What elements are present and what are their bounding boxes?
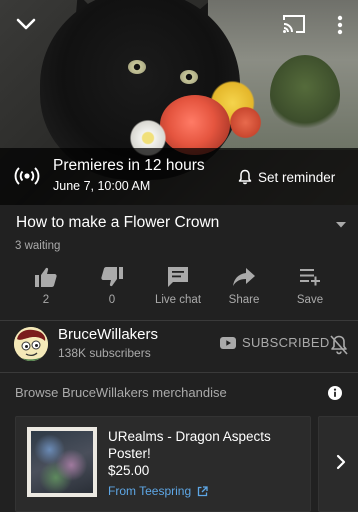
cat-eye [128, 60, 146, 74]
notifications-off-icon[interactable] [329, 334, 349, 356]
save-label: Save [296, 294, 324, 306]
video-player[interactable]: Premieres in 12 hours June 7, 10:00 AM S… [0, 0, 358, 205]
product-title: URealms - Dragon Aspects Poster! [108, 429, 271, 461]
thumbs-down-icon [101, 267, 123, 287]
cast-icon[interactable] [282, 13, 306, 35]
chat-icon [168, 267, 188, 287]
divider [0, 320, 358, 321]
info-icon[interactable] [327, 385, 343, 401]
save-button[interactable]: Save [277, 262, 343, 306]
chevron-right-icon[interactable] [334, 454, 348, 470]
cat-eye [180, 70, 198, 84]
youtube-logo-icon [220, 336, 236, 349]
external-link-icon [198, 485, 208, 496]
live-chat-label: Live chat [154, 294, 202, 306]
product-price: $25.00 [108, 463, 150, 478]
action-bar: 2 0 Live chat Share Save [0, 262, 358, 310]
add-to-playlist-icon [300, 269, 320, 286]
dislike-count: 0 [108, 294, 116, 306]
poster-art [31, 431, 93, 493]
premiere-date: June 7, 10:00 AM [53, 179, 151, 193]
product-source-link[interactable]: From Teespring [108, 484, 208, 498]
merch-card[interactable]: URealms - Dragon Aspects Poster! $25.00 … [15, 416, 311, 512]
bell-icon [238, 169, 252, 185]
divider [0, 372, 358, 373]
merch-heading: Browse BruceWillakers merchandise [15, 385, 227, 400]
share-label: Share [228, 294, 260, 306]
subscriber-count: 138K subscribers [58, 346, 151, 360]
live-broadcast-icon [14, 167, 40, 185]
expand-description-icon[interactable] [335, 220, 347, 230]
channel-name[interactable]: BruceWillakers [58, 326, 158, 343]
premiere-banner: Premieres in 12 hours June 7, 10:00 AM S… [0, 148, 358, 205]
share-icon [233, 268, 255, 286]
like-count: 2 [42, 294, 50, 306]
thumbs-up-icon [35, 267, 57, 287]
product-image [27, 427, 97, 497]
live-chat-button[interactable]: Live chat [145, 262, 211, 306]
video-plant [270, 55, 340, 135]
subscribed-button[interactable]: SUBSCRIBED [220, 335, 330, 350]
like-button[interactable]: 2 [13, 262, 79, 306]
avatar-illustration [14, 327, 48, 361]
channel-row[interactable]: BruceWillakers 138K subscribers SUBSCRIB… [0, 322, 358, 368]
product-source-label: From Teespring [108, 484, 192, 498]
flower [160, 95, 230, 155]
premiere-title: Premieres in 12 hours [53, 157, 205, 174]
set-reminder-label: Set reminder [258, 169, 336, 185]
video-title[interactable]: How to make a Flower Crown [16, 214, 219, 232]
share-button[interactable]: Share [211, 262, 277, 306]
subscribed-label: SUBSCRIBED [242, 335, 330, 350]
waiting-count: 3 waiting [15, 240, 61, 252]
avatar[interactable] [14, 327, 48, 361]
more-options-icon[interactable] [330, 13, 350, 37]
chevron-down-icon[interactable] [14, 12, 38, 36]
flower [228, 105, 263, 140]
player-topbar [0, 0, 358, 50]
set-reminder-button[interactable]: Set reminder [238, 167, 335, 187]
dislike-button[interactable]: 0 [79, 262, 145, 306]
